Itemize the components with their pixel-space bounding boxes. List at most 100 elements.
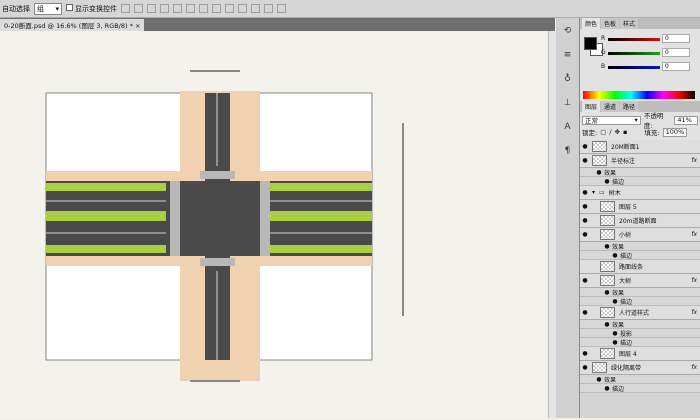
tab-color[interactable]: 颜色 — [582, 18, 601, 29]
layer-item[interactable]: ● 人行道样式 fx — [580, 306, 700, 320]
layer-item[interactable]: ● 半径标注 fx — [580, 154, 700, 168]
align-center-icon[interactable] — [173, 4, 182, 13]
layer-item[interactable]: ● 小树 fx — [580, 228, 700, 242]
red-value-input[interactable]: 0 — [662, 34, 690, 43]
layer-effect-item[interactable]: ● 描边 — [580, 384, 700, 393]
eye-icon[interactable]: ● — [602, 178, 612, 185]
close-icon[interactable]: × — [135, 22, 140, 30]
eye-icon[interactable]: ● — [580, 231, 590, 238]
tab-swatches[interactable]: 色板 — [601, 18, 620, 29]
eye-icon[interactable]: ● — [610, 339, 620, 346]
panel-dock-icons: ⟲ ≡ ♁ ⊥ A ¶ — [556, 18, 580, 418]
lock-all-icon[interactable]: ▪ — [623, 128, 627, 136]
canvas-area[interactable] — [0, 31, 548, 418]
eye-icon[interactable]: ● — [610, 330, 620, 337]
distribute-middle-icon[interactable] — [212, 4, 221, 13]
distribute-left-icon[interactable] — [238, 4, 247, 13]
show-transform-checkbox[interactable]: 显示变换控件 — [66, 3, 117, 14]
blue-slider[interactable] — [608, 66, 660, 69]
lock-pixels-icon[interactable]: / — [609, 128, 611, 136]
paragraph-icon[interactable]: ¶ — [556, 146, 579, 162]
layer-effect-item[interactable]: ● 效果 — [580, 320, 700, 329]
layer-item[interactable]: ● 图层 4 — [580, 347, 700, 361]
eye-icon[interactable]: ● — [602, 321, 612, 328]
layer-effect-item[interactable]: ● 效果 — [580, 168, 700, 177]
document-tab[interactable]: 0-20断面.psd @ 16.6% (图层 3, RGB/8) * × — [0, 19, 145, 31]
tab-styles[interactable]: 样式 — [620, 18, 639, 29]
layer-effect-item[interactable]: ● 效果 — [580, 375, 700, 384]
layer-effect-item[interactable]: ● 描边 — [580, 251, 700, 260]
color-panel: R 0 G 0 B 0 — [580, 29, 700, 101]
eye-icon[interactable]: ● — [602, 289, 612, 296]
auto-align-icon[interactable] — [277, 4, 286, 13]
fx-icon[interactable]: fx — [691, 231, 697, 238]
eye-icon[interactable]: ● — [610, 298, 620, 305]
layer-effect-item[interactable]: ● 描边 — [580, 338, 700, 347]
clone-source-icon[interactable]: ♁ — [556, 74, 579, 90]
blue-value-input[interactable]: 0 — [662, 62, 690, 71]
tab-channels[interactable]: 通道 — [601, 101, 620, 112]
vertical-scrollbar[interactable] — [548, 31, 556, 418]
layer-thumbnail — [600, 229, 615, 240]
color-spectrum[interactable] — [583, 91, 695, 99]
layer-effect-item[interactable]: ● 描边 — [580, 297, 700, 306]
distribute-right-icon[interactable] — [264, 4, 273, 13]
eye-icon[interactable]: ● — [580, 309, 590, 316]
fx-icon[interactable]: fx — [691, 277, 697, 284]
eye-icon[interactable]: ● — [580, 217, 590, 224]
eye-icon[interactable]: ● — [580, 203, 590, 210]
fill-input[interactable]: 100% — [662, 127, 687, 137]
layer-item[interactable]: 路面线条 — [580, 260, 700, 274]
eye-icon[interactable]: ● — [580, 364, 590, 371]
red-slider[interactable] — [608, 38, 660, 41]
align-middle-icon[interactable] — [134, 4, 143, 13]
fx-icon[interactable]: fx — [691, 364, 697, 371]
align-bottom-icon[interactable] — [147, 4, 156, 13]
layer-thumbnail — [592, 141, 607, 152]
align-top-icon[interactable] — [121, 4, 130, 13]
tab-layers[interactable]: 图层 — [582, 101, 601, 112]
eye-icon[interactable]: ● — [580, 277, 590, 284]
eye-icon[interactable]: ● — [610, 252, 620, 259]
tool-presets-icon[interactable]: ⊥ — [556, 98, 579, 114]
layer-effect-item[interactable]: ● 效果 — [580, 242, 700, 251]
character-icon[interactable]: A — [556, 122, 579, 138]
brush-presets-icon[interactable]: ≡ — [556, 50, 579, 66]
lock-position-icon[interactable]: ✥ — [615, 128, 620, 136]
eye-icon[interactable]: ● — [602, 385, 612, 392]
green-slider[interactable] — [608, 52, 660, 55]
distribute-center-icon[interactable] — [251, 4, 260, 13]
eye-icon[interactable]: ● — [602, 243, 612, 250]
median-green — [270, 211, 372, 221]
history-icon[interactable]: ⟲ — [556, 26, 579, 42]
eye-icon[interactable]: ● — [580, 189, 590, 196]
layer-item[interactable]: ● 绿化隔离带 fx — [580, 361, 700, 375]
eye-icon[interactable]: ● — [580, 143, 590, 150]
distribute-top-icon[interactable] — [199, 4, 208, 13]
blend-mode-dropdown[interactable]: 正常 ▾ — [582, 115, 641, 125]
expand-triangle-icon[interactable]: ▾ — [592, 189, 595, 196]
eye-icon[interactable]: ● — [594, 169, 604, 176]
align-left-icon[interactable] — [160, 4, 169, 13]
fx-icon[interactable]: fx — [691, 157, 697, 164]
layer-item[interactable]: ● 20m道路断面 — [580, 214, 700, 228]
eye-icon[interactable]: ● — [594, 376, 604, 383]
distribute-bottom-icon[interactable] — [225, 4, 234, 13]
layer-group[interactable]: ● ▾ ▭ 树木 — [580, 186, 700, 200]
layer-effect-item[interactable]: ● 效果 — [580, 288, 700, 297]
green-value-input[interactable]: 0 — [662, 48, 690, 57]
layer-effect-item[interactable]: ● 投影 — [580, 329, 700, 338]
layer-item[interactable]: ● 大树 fx — [580, 274, 700, 288]
fx-icon[interactable]: fx — [691, 309, 697, 316]
opacity-input[interactable]: 41% — [674, 115, 698, 125]
tab-paths[interactable]: 路径 — [620, 101, 639, 112]
layer-item[interactable]: ● 图层 5 — [580, 200, 700, 214]
layer-item[interactable]: ● 20M断面1 — [580, 140, 700, 154]
lock-transparency-icon[interactable]: ▢ — [600, 128, 606, 136]
eye-icon[interactable]: ● — [580, 157, 590, 164]
auto-select-dropdown[interactable]: 组 ▾ — [34, 2, 62, 15]
foreground-color-swatch[interactable] — [584, 37, 597, 50]
layer-effect-item[interactable]: ● 描边 — [580, 177, 700, 186]
align-right-icon[interactable] — [186, 4, 195, 13]
eye-icon[interactable]: ● — [580, 350, 590, 357]
